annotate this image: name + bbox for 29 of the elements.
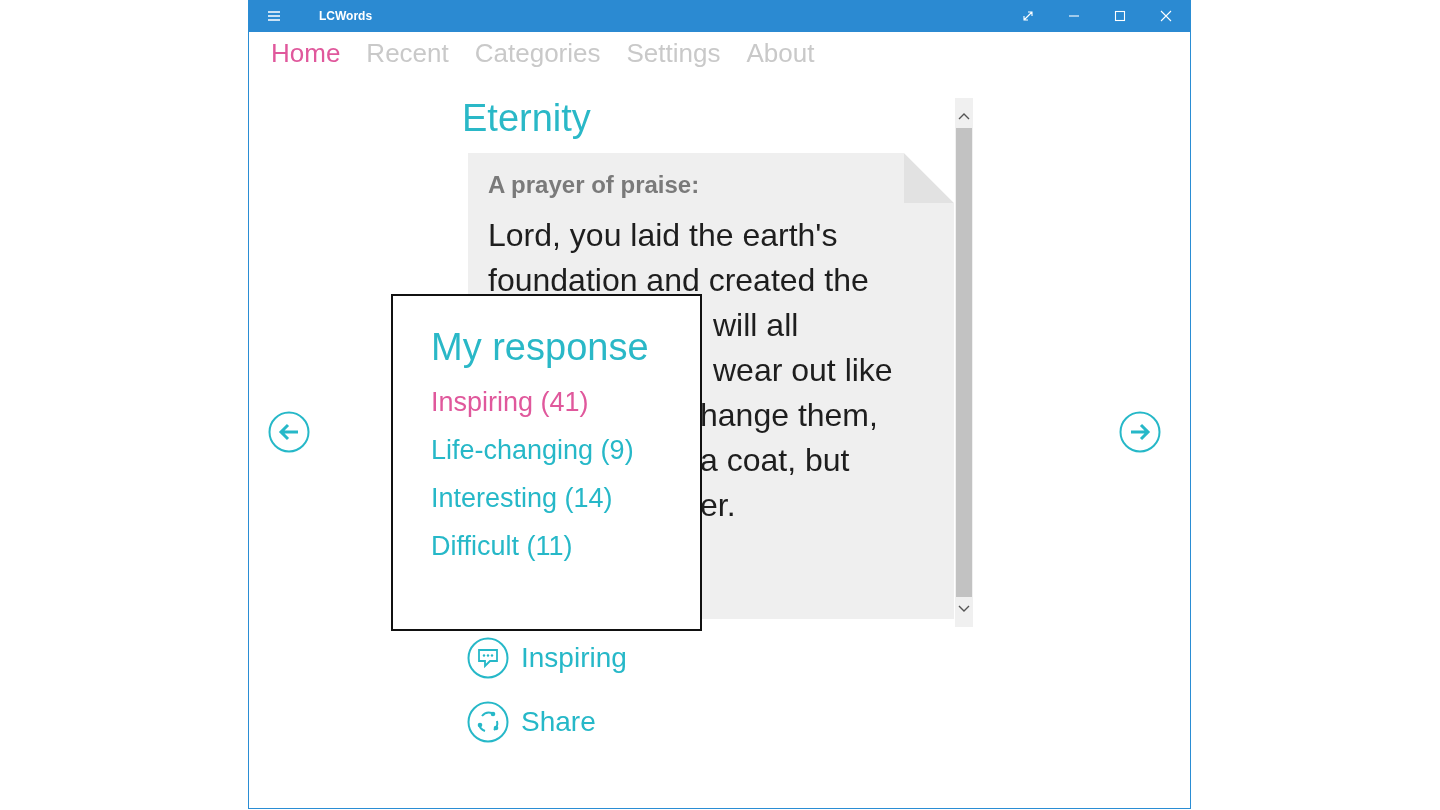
scroll-down-icon[interactable] [958,605,970,613]
menu-icon[interactable] [267,10,281,22]
share-icon[interactable] [467,701,509,743]
passage-line: will all [713,306,799,345]
scrollbar[interactable] [955,98,973,627]
passage-line: foundation and created the [488,261,869,300]
passage-line: er. [700,486,736,525]
passage-line: a coat, but [700,441,850,480]
passage-heading: A prayer of praise: [488,171,701,199]
expand-icon[interactable] [1022,10,1034,22]
maximize-icon[interactable] [1114,10,1126,22]
action-link[interactable]: Inspiring [521,642,627,674]
page-fold-drawing [904,153,954,203]
popup-title: My response [431,326,650,369]
response-option[interactable]: Difficult (11) [431,531,700,562]
response-option[interactable]: Life-changing (9) [431,435,700,466]
passage-line: hange them, [700,396,878,435]
entry-title: Eternity [462,98,592,141]
window-title: LCWords [319,9,373,23]
nav-tab[interactable]: Home [271,38,341,82]
action-link[interactable]: Share [521,706,596,738]
scroll-up-icon[interactable] [958,112,970,120]
passage-line: Lord, you laid the earth's [488,216,838,255]
response-option[interactable]: Inspiring (41) [431,387,700,418]
response-option[interactable]: Interesting (14) [431,483,700,514]
close-icon[interactable] [1160,10,1172,22]
scroll-thumb[interactable] [956,128,972,597]
speech-bubble-icon[interactable] [467,637,509,679]
passage-line: wear out like [713,351,893,390]
